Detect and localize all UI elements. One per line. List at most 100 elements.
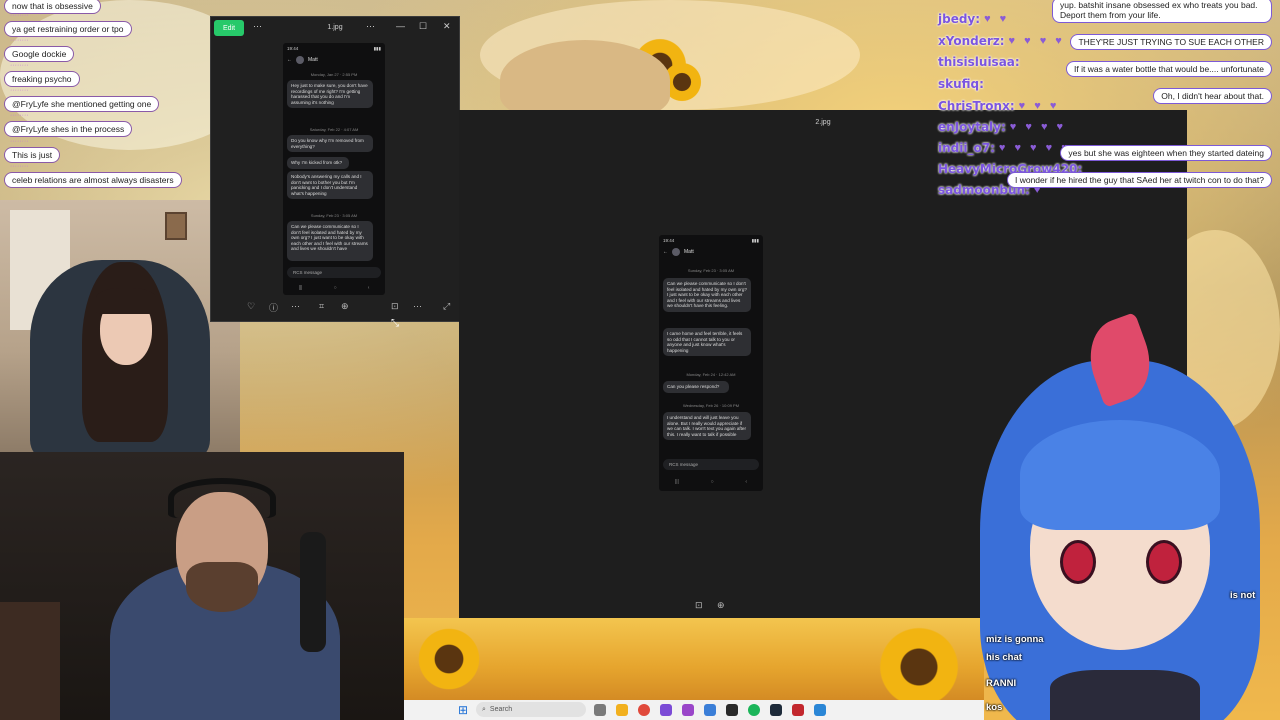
recents-icon: |||: [674, 479, 679, 485]
back-icon: ‹: [367, 285, 370, 291]
recents-icon: |||: [298, 285, 303, 291]
fullscreen-icon[interactable]: ⤢: [443, 301, 450, 312]
fit-icon[interactable]: ⊡: [391, 301, 399, 312]
close-icon[interactable]: ✕: [443, 21, 451, 32]
app-icon[interactable]: [682, 704, 694, 716]
app-icon[interactable]: [660, 704, 672, 716]
photos-icon[interactable]: [814, 704, 826, 716]
chat-username: ········: [10, 87, 29, 94]
contact-name: Matt: [308, 57, 318, 63]
app-icon[interactable]: [792, 704, 804, 716]
status-bar: 19:44 ▮▮▮: [663, 238, 759, 244]
chat-message: ········ @FryLyfe she mentioned getting o…: [4, 87, 160, 112]
bangs: [96, 288, 156, 314]
app-icon[interactable]: [726, 704, 738, 716]
straw-hat: [500, 40, 670, 120]
windows-start-icon[interactable]: ⊞: [458, 703, 468, 717]
photo-viewer-window-1[interactable]: Edit ⋯ 1.jpg ⋯ — ☐ ✕ 19:44 ▮▮▮ ← Matt Mon…: [210, 16, 460, 322]
chat-username: ········: [10, 62, 29, 69]
message-bubble: Nobody's answering my calls and I don't …: [287, 171, 373, 200]
message-bubble: Can we please communicate so I don't fee…: [287, 221, 373, 261]
chat-username: skufiq:: [938, 77, 984, 91]
chat-bubble: yes but she was eighteen when they start…: [1060, 145, 1272, 161]
eye-right: [1146, 540, 1182, 584]
chat-row: thisisluisaa:: [938, 55, 1020, 69]
more-icon[interactable]: ⋯: [413, 301, 422, 312]
chat-bubble: Google dockie: [4, 46, 75, 62]
info-icon[interactable]: ⓘ: [269, 301, 278, 314]
edit-button[interactable]: Edit: [214, 20, 244, 36]
taskbar-search-box[interactable]: ⌕ Search: [476, 702, 586, 717]
chat-message: ········ This is just: [4, 138, 61, 163]
message-bubble: Can we please communicate so I don't fee…: [663, 278, 751, 312]
status-time: 19:44: [287, 46, 299, 51]
chat-username: ········: [10, 163, 29, 170]
chat-text: kos: [986, 702, 1003, 713]
viewer-toolbar: ♡ ⓘ ⋯ ⌗ ⊕ ⊡ ⋯ ⤢: [211, 299, 459, 317]
window-titlebar[interactable]: Edit ⋯ 1.jpg ⋯ — ☐ ✕: [211, 17, 459, 39]
chrome-icon[interactable]: [638, 704, 650, 716]
crop-icon[interactable]: ⌗: [319, 301, 324, 312]
chat-message: ········ celeb relations are almost alway…: [4, 163, 182, 188]
chat-username: xYonderz:: [938, 34, 1005, 48]
message-bubble: I came home and feel terrible, it feels …: [663, 328, 751, 357]
chat-row: enJoytaly: ♥ ♥ ♥ ♥: [938, 120, 1066, 134]
chat-username: indii_o7:: [938, 141, 995, 155]
back-arrow-icon: ←: [663, 249, 668, 255]
chat-bubble: THEY'RE JUST TRYING TO SUE EACH OTHER: [1070, 34, 1272, 50]
app-icon[interactable]: [704, 704, 716, 716]
resize-cursor-icon: ⤡: [391, 318, 399, 329]
zoom-icon[interactable]: ⊕: [717, 600, 725, 611]
phone-screenshot: 19:44 ▮▮▮ ← Matt Sunday, Feb 23 · 3:05 AM…: [659, 235, 763, 491]
maximize-icon[interactable]: ☐: [419, 21, 427, 32]
message-date: Monday, Jan 27 · 2:55 PM: [310, 72, 358, 77]
chat-username: enJoytaly:: [938, 120, 1006, 134]
chat-username: ········: [10, 138, 29, 145]
chat-bubble: freaking psycho: [4, 71, 80, 87]
collar: [1050, 670, 1200, 720]
fit-icon[interactable]: ⊡: [695, 600, 703, 611]
beard: [186, 562, 258, 612]
chat-username: ChrisTronx:: [938, 99, 1015, 113]
chat-bubble: This is just: [4, 147, 61, 163]
more-icon[interactable]: ⋯: [253, 21, 262, 32]
window-title: 2.jpg: [815, 119, 831, 126]
signal-icon: ▮▮▮: [751, 238, 759, 243]
chat-text: his chat: [986, 652, 1022, 663]
chat-message: ········ Google dockie: [4, 37, 75, 62]
search-icon: ⌕: [482, 705, 486, 713]
heart-emote: ♥ ♥ ♥ ♥: [1009, 121, 1067, 133]
status-time: 19:44: [663, 238, 675, 243]
vtuber-avatar: is not miz is gonna his chat RANNI kos: [940, 310, 1280, 720]
chat-bubble: yup. batshit insane obsessed ex who trea…: [1052, 0, 1272, 23]
windows-taskbar: ⊞ ⌕ Search: [404, 700, 984, 720]
chat-bubble: @FryLyfe shes in the process: [4, 121, 133, 137]
more-icon[interactable]: ⋯: [291, 301, 300, 312]
chat-username: ········: [10, 12, 29, 19]
folder-icon[interactable]: [616, 704, 628, 716]
minimize-icon[interactable]: —: [396, 21, 405, 31]
chat-message: ········ @FryLyfe shes in the process: [4, 112, 133, 137]
home-icon: ○: [333, 285, 337, 291]
chat-text: RANNI: [986, 678, 1017, 689]
file-explorer-icon[interactable]: [594, 704, 606, 716]
chat-username: ········: [10, 112, 29, 119]
more-icon[interactable]: ⋯: [366, 21, 375, 32]
chat-username: jbedy:: [938, 12, 981, 26]
chat-username: ········: [10, 37, 29, 44]
chat-bubble: If it was a water bottle that would be..…: [1066, 61, 1272, 77]
webcam-streamer-1: [0, 200, 240, 452]
message-bubble: Do you know why I'm removed from everyth…: [287, 135, 373, 153]
sunflower: [414, 624, 484, 694]
message-date: Saturday, Feb 22 · 4:07 AM: [309, 127, 359, 132]
back-arrow-icon: ←: [287, 57, 292, 63]
app-icon[interactable]: [770, 704, 782, 716]
chat-bubble: Oh, I didn't hear about that.: [1153, 88, 1272, 104]
compose-field: RCS message: [287, 267, 381, 278]
favorite-icon[interactable]: ♡: [247, 301, 255, 312]
heart-emote: ♥ ♥: [984, 13, 1010, 25]
status-bar: 19:44 ▮▮▮: [287, 46, 381, 52]
zoom-icon[interactable]: ⊕: [341, 301, 349, 312]
spotify-icon[interactable]: [748, 704, 760, 716]
chat-row: jbedy: ♥ ♥: [938, 12, 1009, 26]
